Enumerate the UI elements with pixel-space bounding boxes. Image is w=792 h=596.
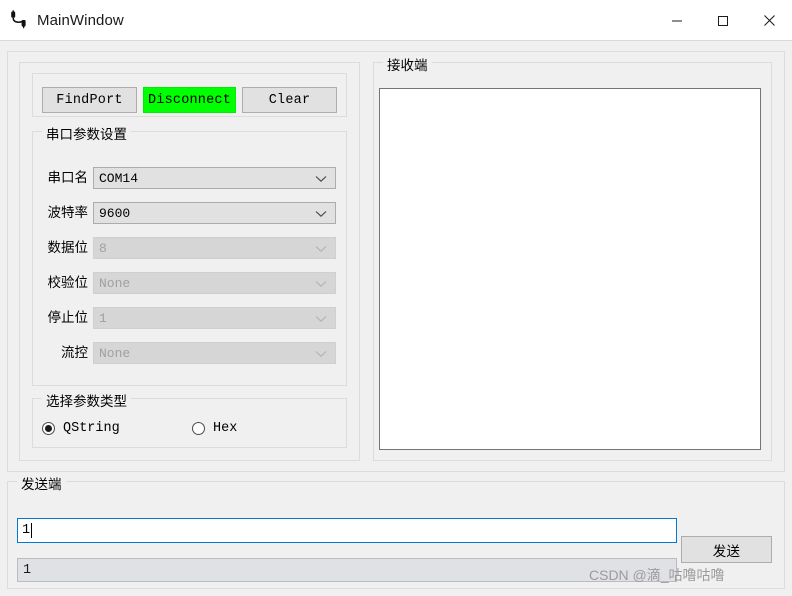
label-stop-bits: 停止位: [47, 310, 89, 325]
label-flow-control: 流控: [61, 345, 88, 360]
title-bar: MainWindow: [0, 0, 792, 41]
combo-stop-bits-value: 1: [99, 310, 107, 326]
receive-group-title: 接收端: [383, 54, 432, 74]
radio-qstring-label: QString: [63, 421, 120, 436]
maximize-button[interactable]: [700, 0, 746, 41]
close-button[interactable]: [746, 0, 792, 41]
window-controls: [654, 0, 792, 41]
radio-hex-dot: [192, 422, 205, 435]
radio-qstring-dot: [42, 422, 55, 435]
send-input[interactable]: 1: [17, 518, 677, 543]
serial-params-group-title: 串口参数设置: [42, 123, 131, 143]
chevron-down-icon: [315, 308, 327, 330]
combo-parity[interactable]: None: [93, 272, 336, 294]
label-parity: 校验位: [47, 275, 89, 290]
clear-button[interactable]: Clear: [242, 87, 337, 113]
serial-cable-icon: [7, 8, 31, 32]
receive-textarea[interactable]: [379, 88, 761, 450]
combo-parity-value: None: [99, 275, 131, 291]
combo-data-bits[interactable]: 8: [93, 237, 336, 259]
chevron-down-icon: [315, 238, 327, 260]
send-echo-field[interactable]: 1: [17, 558, 677, 582]
chevron-down-icon: [315, 273, 327, 295]
send-echo-value: 1: [23, 562, 32, 578]
param-type-group-title: 选择参数类型: [42, 390, 131, 410]
label-baud-rate: 波特率: [47, 205, 89, 220]
text-caret: [31, 523, 33, 538]
combo-flow-control-value: None: [99, 345, 131, 361]
send-input-value: 1: [22, 523, 31, 538]
combo-stop-bits[interactable]: 1: [93, 307, 336, 329]
send-group-title: 发送端: [17, 473, 66, 493]
main-window: MainWindow FindPort Disconnect Clear 串口参…: [0, 0, 792, 596]
combo-flow-control[interactable]: None: [93, 342, 336, 364]
label-port-name: 串口名: [47, 170, 89, 185]
label-data-bits: 数据位: [47, 240, 89, 255]
combo-baud-rate[interactable]: 9600: [93, 202, 336, 224]
combo-baud-rate-value: 9600: [99, 205, 131, 221]
radio-hex[interactable]: Hex: [192, 421, 237, 436]
find-port-button[interactable]: FindPort: [42, 87, 137, 113]
combo-port-name[interactable]: COM14: [93, 167, 336, 189]
combo-data-bits-value: 8: [99, 240, 107, 256]
window-title: MainWindow: [37, 11, 124, 29]
radio-qstring[interactable]: QString: [42, 421, 120, 436]
disconnect-button[interactable]: Disconnect: [143, 87, 236, 113]
radio-hex-label: Hex: [213, 421, 238, 436]
combo-port-name-value: COM14: [99, 170, 139, 186]
chevron-down-icon: [315, 343, 327, 365]
minimize-button[interactable]: [654, 0, 700, 41]
chevron-down-icon: [315, 168, 327, 190]
chevron-down-icon: [315, 203, 327, 225]
send-button[interactable]: 发送: [681, 536, 772, 563]
